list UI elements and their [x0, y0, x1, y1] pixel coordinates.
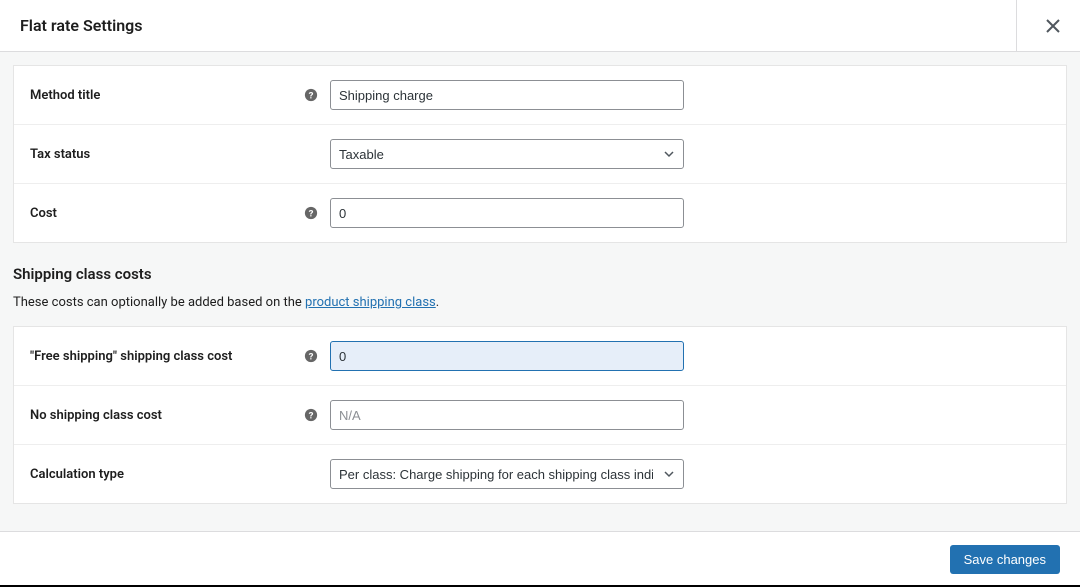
save-changes-button[interactable]: Save changes [950, 545, 1060, 574]
label-method-title: Method title ? [30, 88, 330, 103]
modal-content: Method title ? Tax status Taxable [0, 52, 1080, 531]
modal-footer: Save changes [0, 531, 1080, 587]
label-calculation-type: Calculation type [30, 467, 330, 482]
help-icon[interactable]: ? [304, 349, 318, 363]
label-free-shipping-cost: "Free shipping" shipping class cost ? [30, 349, 330, 364]
help-icon[interactable]: ? [304, 206, 318, 220]
label-tax-status: Tax status [30, 147, 330, 162]
modal-header: Flat rate Settings [0, 0, 1080, 52]
product-shipping-class-link[interactable]: product shipping class [305, 295, 436, 310]
label-text: "Free shipping" shipping class cost [30, 349, 232, 364]
help-icon[interactable]: ? [304, 408, 318, 422]
settings-table-main: Method title ? Tax status Taxable [13, 65, 1067, 243]
help-icon[interactable]: ? [304, 88, 318, 102]
calculation-type-select[interactable]: Per class: Charge shipping for each ship… [330, 459, 684, 489]
row-free-shipping-cost: "Free shipping" shipping class cost ? [14, 327, 1066, 386]
section-title-shipping-class-costs: Shipping class costs [13, 265, 1067, 283]
close-icon [1046, 19, 1060, 33]
row-no-shipping-cost: No shipping class cost ? [14, 386, 1066, 445]
row-tax-status: Tax status Taxable [14, 125, 1066, 184]
settings-table-shipping-class: "Free shipping" shipping class cost ? No… [13, 326, 1067, 504]
svg-text:?: ? [309, 91, 314, 102]
svg-text:?: ? [309, 209, 314, 220]
label-text: Tax status [30, 147, 90, 162]
label-text: Method title [30, 88, 100, 103]
section-description: These costs can optionally be added base… [13, 295, 1067, 310]
free-shipping-cost-input[interactable] [330, 341, 684, 371]
cost-input[interactable] [330, 198, 684, 228]
row-cost: Cost ? [14, 184, 1066, 242]
no-shipping-cost-input[interactable] [330, 400, 684, 430]
row-method-title: Method title ? [14, 66, 1066, 125]
desc-prefix: These costs can optionally be added base… [13, 295, 305, 310]
label-text: Cost [30, 206, 57, 221]
label-cost: Cost ? [30, 206, 330, 221]
modal-title: Flat rate Settings [20, 16, 143, 35]
row-calculation-type: Calculation type Per class: Charge shipp… [14, 445, 1066, 503]
svg-text:?: ? [309, 352, 314, 363]
label-no-shipping-cost: No shipping class cost ? [30, 408, 330, 423]
label-text: Calculation type [30, 467, 124, 482]
tax-status-select[interactable]: Taxable [330, 139, 684, 169]
method-title-input[interactable] [330, 80, 684, 110]
close-button[interactable] [1016, 0, 1068, 52]
label-text: No shipping class cost [30, 408, 162, 423]
svg-text:?: ? [309, 411, 314, 422]
desc-suffix: . [436, 295, 439, 310]
